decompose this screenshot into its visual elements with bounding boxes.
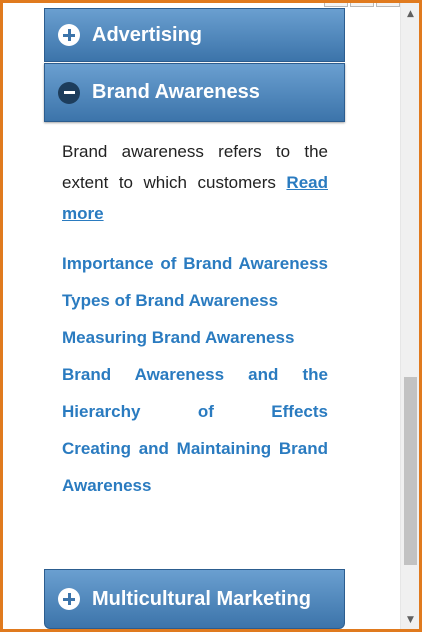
brand-topic-links: Importance of Brand Awareness Types of B… [62,245,328,504]
vertical-scrollbar[interactable]: ▲ ▼ [400,3,420,629]
collapse-minus-icon [58,81,80,104]
topic-link[interactable]: Importance of Brand Awareness [62,245,328,282]
expand-plus-icon [58,24,80,46]
accordion-label: Brand Awareness [92,81,260,103]
topic-link[interactable]: Measuring Brand Awareness [62,319,328,356]
accordion-label: Multicultural Marketing [92,587,311,610]
expand-plus-icon [58,588,80,610]
accordion-label: Advertising [92,23,203,46]
scroll-up-arrow-icon[interactable]: ▲ [401,7,420,21]
page-content: Advertising Brand Awareness Brand awaren… [3,0,383,629]
topic-link[interactable]: Creating and Maintaining Brand Awareness [62,430,328,504]
accordion-header-brand-awareness[interactable]: Brand Awareness [44,63,345,122]
topic-link[interactable]: Brand Awareness and the Hierarchy of Eff… [62,356,328,430]
window-control-button[interactable] [376,0,400,7]
accordion-header-multicultural-marketing[interactable]: Multicultural Marketing [44,569,345,629]
window-controls [275,0,400,8]
window-control-button[interactable] [324,0,348,7]
scrollbar-thumb[interactable] [404,377,417,565]
topic-link[interactable]: Types of Brand Awareness [62,282,328,319]
accordion-header-advertising[interactable]: Advertising [44,8,345,62]
scroll-down-arrow-icon[interactable]: ▼ [401,613,420,627]
brand-description: Brand awareness refers to the extent to … [62,136,328,229]
window-control-button[interactable] [350,0,374,7]
